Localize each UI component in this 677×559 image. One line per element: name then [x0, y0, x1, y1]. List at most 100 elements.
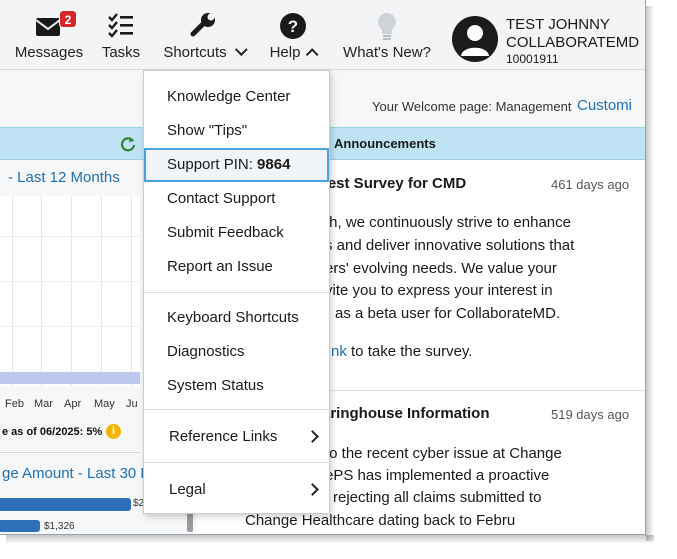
menu-item-label: Support PIN:	[167, 156, 258, 173]
frame-shadow	[6, 535, 654, 544]
chevron-up-icon	[306, 48, 319, 61]
announcement-text: rejecting all claims submitted to	[333, 489, 542, 506]
messages-count-badge: 2	[59, 10, 77, 28]
month-label: Feb	[5, 398, 24, 410]
menu-item-label: Reference Links	[169, 428, 278, 445]
chart-area-fill	[0, 372, 140, 384]
announcement-text: s and deliver innovative solutions that	[325, 237, 575, 254]
info-icon[interactable]: i	[106, 424, 121, 439]
frame-shadow	[646, 6, 654, 541]
month-label: Mar	[34, 398, 53, 410]
survey-link[interactable]: nk	[331, 343, 347, 360]
announcement-text: th, we continuously strive to enhance	[325, 214, 571, 231]
menu-item-reference-links[interactable]: Reference Links	[144, 422, 329, 452]
menu-item-report-issue[interactable]: Report an Issue	[144, 252, 329, 282]
announcement-text: ePS has implemented a proactive	[325, 467, 550, 484]
svg-text:?: ?	[288, 17, 298, 36]
shortcuts-label-wrap: Shortcuts	[156, 43, 250, 61]
chevron-right-icon	[306, 430, 319, 443]
user-name[interactable]: TEST JOHNNY COLLABORATEMD	[506, 16, 639, 52]
chart-grid-line	[101, 196, 102, 386]
nav-shortcuts[interactable]: Shortcuts	[156, 0, 250, 70]
tasks-label: Tasks	[101, 44, 141, 61]
menu-separator	[144, 462, 329, 463]
nav-whats-new[interactable]: What's New?	[340, 0, 434, 70]
menu-item-knowledge-center[interactable]: Knowledge Center	[144, 82, 329, 112]
menu-item-submit-feedback[interactable]: Submit Feedback	[144, 218, 329, 248]
announcement-age: 461 days ago	[551, 177, 630, 192]
chart-grid-line	[0, 236, 140, 237]
messages-label: Messages	[14, 44, 84, 61]
menu-item-label: Report an Issue	[167, 258, 273, 275]
nav-messages[interactable]: 2 Messages	[12, 0, 86, 70]
user-name-line2: COLLABORATEMD	[506, 34, 640, 51]
scrollbar-thumb[interactable]	[187, 512, 193, 532]
charge-bar-label: $1,326	[44, 521, 75, 532]
chart-grid-line	[71, 196, 72, 386]
whats-new-label: What's New?	[343, 44, 431, 61]
charge-bar	[0, 498, 131, 511]
chart-grid-line	[12, 196, 13, 386]
menu-separator	[144, 292, 329, 293]
announcement-heading[interactable]: rest Survey for CMD	[322, 175, 466, 192]
announcement-text: to the recent cyber issue at Change	[325, 445, 562, 462]
app-window: 2 Messages Tasks Shortcuts ? Help What's…	[0, 0, 646, 535]
menu-item-legal[interactable]: Legal	[144, 475, 329, 505]
menu-item-label: Knowledge Center	[167, 88, 291, 105]
menu-item-contact-support[interactable]: Contact Support	[144, 184, 329, 214]
panel-divider	[0, 452, 140, 453]
welcome-page-label: Your Welcome page: Management	[372, 99, 572, 114]
menu-item-label: Submit Feedback	[167, 224, 284, 241]
announcement-age: 519 days ago	[551, 407, 630, 422]
question-circle-icon: ?	[279, 12, 307, 45]
chart-title[interactable]: - Last 12 Months	[8, 169, 120, 186]
menu-item-diagnostics[interactable]: Diagnostics	[144, 337, 329, 367]
chart-grid-line	[131, 196, 132, 386]
month-label: May	[94, 398, 115, 410]
nav-tasks[interactable]: Tasks	[96, 0, 146, 70]
coverage-note: e as of 06/2025: 5%	[2, 426, 103, 438]
menu-item-label: System Status	[167, 377, 264, 394]
help-label: Help	[269, 44, 301, 61]
support-pin-value: 9864	[257, 156, 291, 173]
chevron-right-icon	[306, 483, 319, 496]
month-label: Ju	[126, 398, 138, 410]
menu-item-system-status[interactable]: System Status	[144, 371, 329, 401]
month-label: Apr	[64, 398, 82, 410]
announcement-text: to take the survey.	[346, 343, 473, 360]
announcement-text: as a beta user for CollaborateMD.	[335, 305, 561, 322]
menu-item-support-pin[interactable]: Support PIN: 9864	[144, 148, 329, 182]
announcement-text: ers' evolving needs. We value your	[325, 260, 557, 277]
charge-bar	[0, 520, 40, 532]
checklist-icon	[107, 12, 135, 43]
chevron-down-icon	[234, 43, 248, 57]
customize-link[interactable]: Customi	[577, 97, 632, 114]
nav-help[interactable]: ? Help	[262, 0, 324, 70]
menu-item-label: Show "Tips"	[167, 122, 248, 139]
help-label-wrap: Help	[262, 44, 324, 61]
chart-grid-line	[0, 281, 140, 282]
menu-item-label: Diagnostics	[167, 343, 245, 360]
lightbulb-icon	[376, 12, 398, 47]
announcement-heading[interactable]: aringhouse Information	[322, 405, 490, 422]
announcement-link-line: nk to take the survey.	[331, 343, 472, 360]
refresh-icon[interactable]	[120, 136, 136, 157]
announcement-text: Change Healthcare dating back to Febru	[245, 512, 516, 529]
announcements-title: Announcements	[334, 136, 436, 151]
help-dropdown-menu: Knowledge Center Show "Tips" Support PIN…	[143, 70, 330, 514]
user-id: 10001911	[506, 52, 559, 66]
menu-item-keyboard-shortcuts[interactable]: Keyboard Shortcuts	[144, 303, 329, 333]
menu-item-label: Legal	[169, 481, 206, 498]
charge-amount-title[interactable]: ge Amount - Last 30 D	[2, 465, 151, 482]
chart-grid-line	[41, 196, 42, 386]
announcement-text: vite you to express your interest in	[325, 282, 553, 299]
shortcuts-label: Shortcuts	[163, 44, 227, 61]
menu-item-label: Keyboard Shortcuts	[167, 309, 299, 326]
menu-item-show-tips[interactable]: Show "Tips"	[144, 116, 329, 146]
top-navigation-bar: 2 Messages Tasks Shortcuts ? Help What's…	[0, 0, 645, 70]
user-silhouette-icon	[461, 25, 489, 56]
menu-separator	[144, 409, 329, 410]
user-avatar[interactable]	[452, 16, 498, 62]
wrench-icon	[189, 12, 217, 45]
chart-grid-line	[0, 326, 140, 327]
